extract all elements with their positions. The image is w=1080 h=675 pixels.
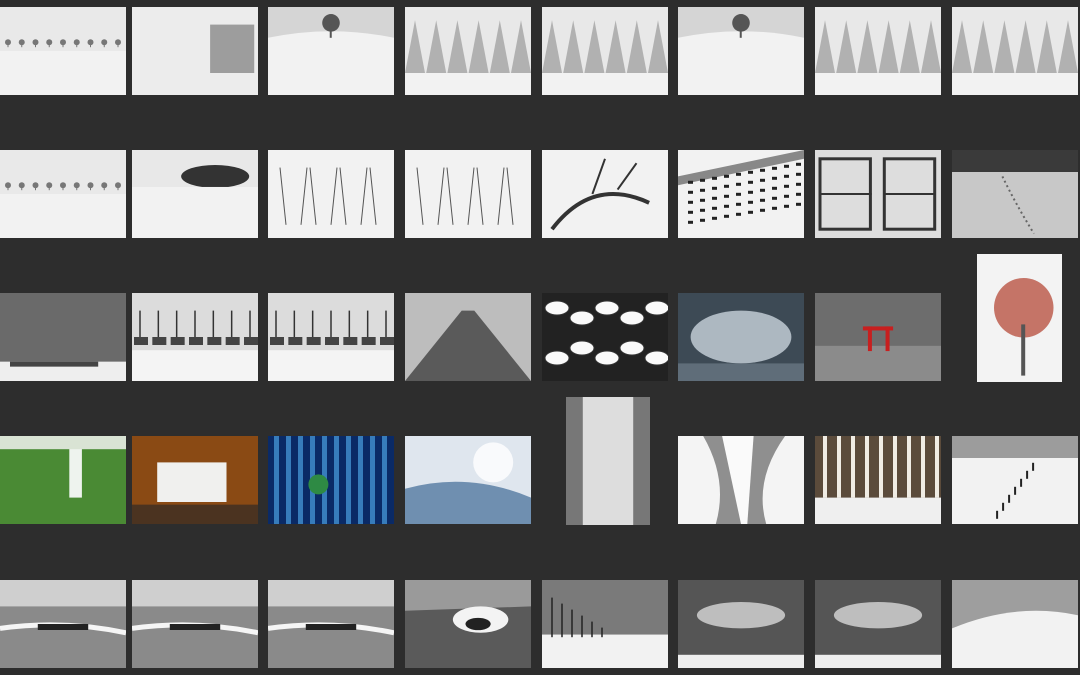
photo-thumbnail-snow-stream-woods[interactable]	[952, 7, 1078, 95]
photo-thumbnail-rocky-coast-waves[interactable]	[0, 580, 126, 668]
photo-image	[0, 293, 126, 381]
photo-image	[405, 293, 531, 381]
photo-image	[405, 7, 531, 95]
photo-image	[268, 7, 394, 95]
photo-image	[405, 580, 531, 668]
photo-image	[132, 7, 258, 95]
photo-thumbnail-tree-row-fog[interactable]	[0, 150, 126, 238]
photo-image	[678, 580, 804, 668]
photo-image	[268, 293, 394, 381]
photo-thumbnail-snow-covered-trees[interactable]	[405, 7, 531, 95]
photo-thumbnail-utility-poles-snow[interactable]	[542, 580, 668, 668]
photo-image	[977, 254, 1062, 382]
photo-grid	[0, 0, 1080, 675]
photo-image	[542, 7, 668, 95]
photo-thumbnail-waterfall-close-up[interactable]	[566, 397, 650, 525]
photo-thumbnail-red-berry-tree[interactable]	[977, 254, 1062, 382]
photo-thumbnail-blue-waterfall[interactable]	[268, 436, 394, 524]
photo-thumbnail-reeds-in-snow[interactable]	[405, 150, 531, 238]
photo-image	[678, 150, 804, 238]
photo-thumbnail-lone-tree-on-hill[interactable]	[268, 7, 394, 95]
photo-image	[268, 580, 394, 668]
photo-thumbnail-wooden-pier-structure[interactable]	[815, 150, 941, 238]
photo-image	[678, 7, 804, 95]
photo-thumbnail-frosted-forest[interactable]	[815, 7, 941, 95]
photo-image	[542, 293, 668, 381]
photo-thumbnail-icy-blue-stream[interactable]	[405, 436, 531, 524]
photo-image	[132, 436, 258, 524]
photo-thumbnail-tree-cluster-snowfield[interactable]	[132, 150, 258, 238]
photo-thumbnail-stone-jetty[interactable]	[405, 293, 531, 381]
photo-image	[815, 436, 941, 524]
photo-thumbnail-autumn-waterfall[interactable]	[132, 436, 258, 524]
photo-image	[815, 580, 941, 668]
photo-thumbnail-snow-dune[interactable]	[952, 580, 1078, 668]
photo-thumbnail-forest-grove-in-snow[interactable]	[132, 7, 258, 95]
photo-thumbnail-tree-row-in-snow[interactable]	[0, 7, 126, 95]
photo-thumbnail-frozen-cascade[interactable]	[678, 436, 804, 524]
photo-thumbnail-snowy-conifers[interactable]	[542, 7, 668, 95]
photo-image	[566, 397, 650, 525]
photo-thumbnail-snow-capped-rocks-stream[interactable]	[542, 293, 668, 381]
photo-image	[405, 436, 531, 524]
photo-thumbnail-misty-shore[interactable]	[0, 293, 126, 381]
photo-image	[0, 7, 126, 95]
photo-thumbnail-sun-rays-clouds[interactable]	[678, 580, 804, 668]
photo-thumbnail-birch-trunks[interactable]	[815, 436, 941, 524]
photo-thumbnail-crashing-wave-rock[interactable]	[405, 580, 531, 668]
photo-thumbnail-fence-posts-slope[interactable]	[678, 150, 804, 238]
photo-thumbnail-bare-twigs-snow[interactable]	[268, 150, 394, 238]
photo-image	[268, 150, 394, 238]
photo-image	[952, 580, 1078, 668]
photo-thumbnail-stormy-sky-sea[interactable]	[678, 293, 804, 381]
photo-image	[815, 7, 941, 95]
photo-image	[0, 580, 126, 668]
photo-thumbnail-snow-fence-line[interactable]	[952, 436, 1078, 524]
photo-image	[952, 150, 1078, 238]
photo-thumbnail-torii-gate-sea[interactable]	[815, 293, 941, 381]
photo-thumbnail-boats-in-harbor[interactable]	[268, 293, 394, 381]
photo-image	[678, 436, 804, 524]
photo-image	[815, 150, 941, 238]
photo-thumbnail-surf-rocks[interactable]	[132, 580, 258, 668]
photo-image	[952, 7, 1078, 95]
photo-thumbnail-fallen-branch[interactable]	[542, 150, 668, 238]
photo-thumbnail-green-waterfall[interactable]	[0, 436, 126, 524]
photo-thumbnail-fishing-boats-snow[interactable]	[132, 293, 258, 381]
photo-thumbnail-lone-tree-snowfield[interactable]	[678, 7, 804, 95]
photo-image	[0, 150, 126, 238]
photo-image	[952, 436, 1078, 524]
photo-image	[815, 293, 941, 381]
photo-image	[132, 580, 258, 668]
photo-image	[542, 150, 668, 238]
photo-image	[132, 293, 258, 381]
photo-image	[0, 436, 126, 524]
photo-image	[268, 436, 394, 524]
photo-thumbnail-cloudy-horizon[interactable]	[815, 580, 941, 668]
photo-image	[678, 293, 804, 381]
photo-image	[405, 150, 531, 238]
photo-thumbnail-breakwater-sea[interactable]	[268, 580, 394, 668]
photo-image	[542, 580, 668, 668]
photo-image	[132, 150, 258, 238]
photo-thumbnail-footprints-coast[interactable]	[952, 150, 1078, 238]
